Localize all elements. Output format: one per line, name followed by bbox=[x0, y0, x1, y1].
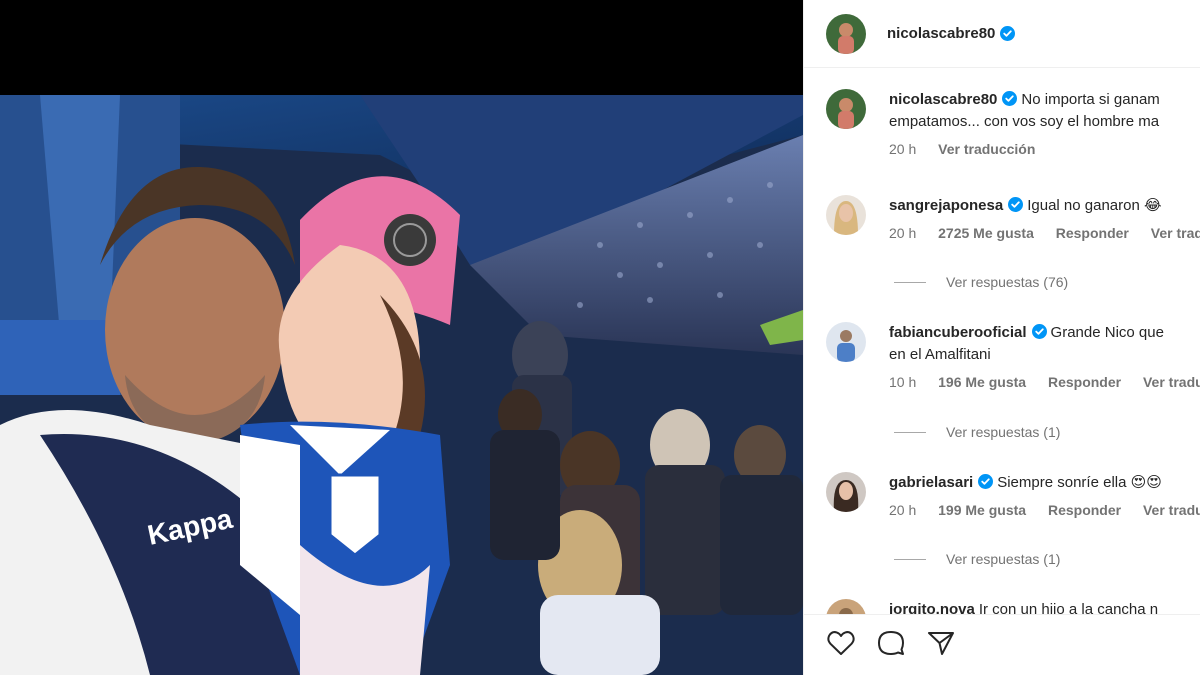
heart-icon bbox=[827, 630, 855, 661]
translate-link[interactable]: Ver tradu bbox=[1151, 225, 1200, 241]
translate-link[interactable]: Ver traduc bbox=[1143, 374, 1200, 390]
replies-divider bbox=[894, 558, 926, 560]
comment-likes[interactable]: 196 Me gusta bbox=[938, 374, 1026, 390]
translate-link[interactable]: Ver traducción bbox=[938, 141, 1035, 157]
comment-text-line2: en el Amalfitani bbox=[889, 346, 991, 363]
caption-username[interactable]: nicolascabre80 bbox=[889, 91, 997, 108]
author-username[interactable]: nicolascabre80 bbox=[887, 25, 995, 42]
commenter-avatar[interactable] bbox=[826, 195, 866, 235]
view-replies-button[interactable]: Ver respuestas (76) bbox=[894, 274, 1068, 290]
post-side-panel: nicolascabre80 nicolascabre80 No importa … bbox=[803, 0, 1200, 675]
share-button[interactable] bbox=[926, 630, 956, 660]
reply-button[interactable]: Responder bbox=[1048, 502, 1121, 518]
like-button[interactable] bbox=[826, 630, 856, 660]
comment-text: Igual no ganaron 😂 bbox=[1027, 197, 1162, 214]
commenter-avatar[interactable] bbox=[826, 472, 866, 512]
comment-likes[interactable]: 199 Me gusta bbox=[938, 502, 1026, 518]
comment-username[interactable]: sangrejaponesa bbox=[889, 197, 1003, 214]
comment-time: 20 h bbox=[889, 225, 917, 241]
stadium-selfie-image: Kappa bbox=[0, 95, 803, 675]
post-photo[interactable]: Kappa bbox=[0, 95, 803, 675]
reply-button[interactable]: Responder bbox=[1048, 374, 1121, 390]
comments-list[interactable]: nicolascabre80 No importa si ganam empata… bbox=[804, 69, 1200, 614]
comment-likes[interactable]: 2725 Me gusta bbox=[938, 225, 1034, 241]
verified-badge-icon bbox=[1008, 197, 1024, 212]
view-replies-button[interactable]: Ver respuestas (1) bbox=[894, 424, 1060, 440]
comment-time: 10 h bbox=[889, 374, 917, 390]
replies-divider bbox=[894, 281, 926, 283]
view-replies-button[interactable]: Ver respuestas (1) bbox=[894, 551, 1060, 567]
verified-badge-icon bbox=[1000, 26, 1016, 41]
author-avatar[interactable] bbox=[826, 13, 866, 54]
comment-text: Ir con un hijo a la cancha n bbox=[978, 601, 1159, 614]
comment-username[interactable]: fabiancuberooficial bbox=[889, 324, 1027, 341]
post-header: nicolascabre80 bbox=[804, 0, 1200, 68]
commenter-avatar[interactable] bbox=[826, 599, 866, 614]
post-media-pane: Kappa bbox=[0, 0, 803, 675]
view-replies-label[interactable]: Ver respuestas (76) bbox=[946, 274, 1068, 290]
verified-badge-icon bbox=[1031, 324, 1047, 339]
view-replies-label[interactable]: Ver respuestas (1) bbox=[946, 424, 1060, 440]
comment-text: Grande Nico que bbox=[1050, 324, 1164, 341]
verified-badge-icon bbox=[1002, 91, 1018, 106]
caption-time: 20 h bbox=[889, 141, 917, 157]
author-avatar[interactable] bbox=[826, 89, 866, 129]
caption-text-line2: empatamos... con vos soy el hombre ma bbox=[889, 113, 1160, 130]
comment-time: 20 h bbox=[889, 502, 917, 518]
commenter-avatar[interactable] bbox=[826, 322, 866, 362]
verified-badge-icon bbox=[978, 474, 994, 489]
comment-text: Siempre sonríe ella 😍😍 bbox=[997, 474, 1162, 491]
reply-button[interactable]: Responder bbox=[1056, 225, 1129, 241]
post-actions-bar bbox=[804, 614, 1200, 675]
comment-username[interactable]: gabrielasari bbox=[889, 474, 973, 491]
caption-text: No importa si ganam bbox=[1021, 91, 1160, 108]
view-replies-label[interactable]: Ver respuestas (1) bbox=[946, 551, 1060, 567]
comment-username[interactable]: jorgito.nova bbox=[889, 601, 975, 614]
comment-button[interactable] bbox=[876, 630, 906, 660]
replies-divider bbox=[894, 431, 926, 433]
send-icon bbox=[927, 630, 955, 661]
translate-link[interactable]: Ver traduc bbox=[1143, 502, 1200, 518]
comment-icon bbox=[877, 629, 905, 662]
